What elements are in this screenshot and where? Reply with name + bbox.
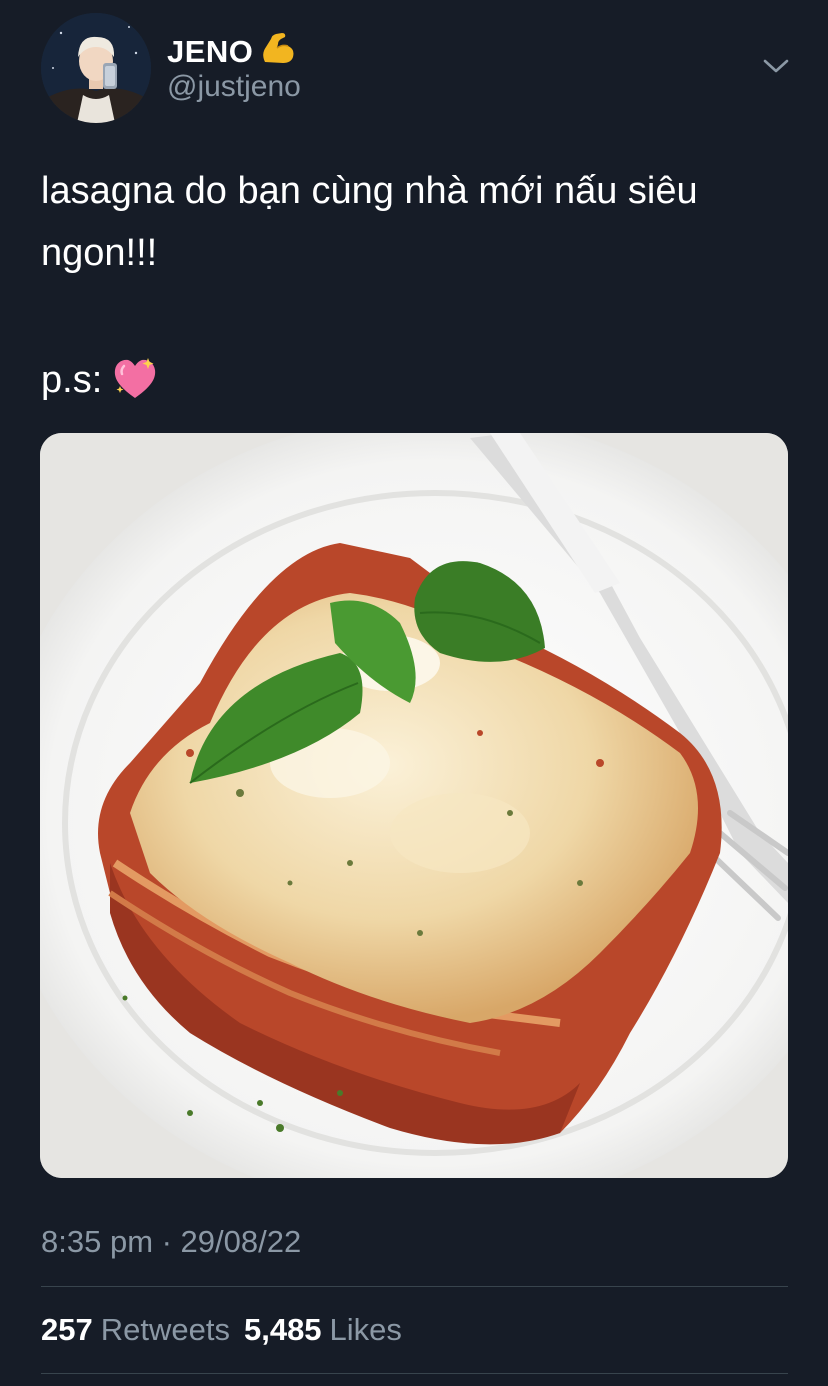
tweet-text: lasagna do bạn cùng nhà mới nấu siêu ngo… [41,160,801,284]
flexed-biceps-icon [259,30,297,74]
likes-label: Likes [329,1312,402,1347]
tweet-photo[interactable] [40,433,788,1178]
tweet-detail: JENO @justjeno lasagna do bạn cùng nhà m… [0,0,828,1386]
postscript-text: p.s: [41,359,103,401]
likes-stat[interactable]: 5,485 Likes [244,1312,416,1347]
avatar[interactable] [41,13,151,123]
retweets-label: Retweets [100,1312,230,1347]
chevron-down-icon[interactable] [762,56,790,76]
likes-count: 5,485 [243,1312,322,1347]
divider [41,1373,788,1374]
divider [41,1286,788,1287]
sparkling-heart-icon [112,356,158,418]
retweets-count: 257 [41,1312,93,1347]
retweets-stat[interactable]: 257 Retweets [41,1312,244,1347]
tweet-timestamp[interactable]: 8:35 pm · 29/08/22 [41,1224,301,1260]
tweet-postscript: p.s: [41,350,158,418]
user-handle[interactable]: @justjeno [167,70,301,104]
display-name[interactable]: JENO [167,30,297,74]
tweet-stats: 257 Retweets 5,485 Likes [41,1312,416,1348]
tweet-body: lasagna do bạn cùng nhà mới nấu siêu ngo… [41,170,698,274]
display-name-text: JENO [167,34,254,69]
